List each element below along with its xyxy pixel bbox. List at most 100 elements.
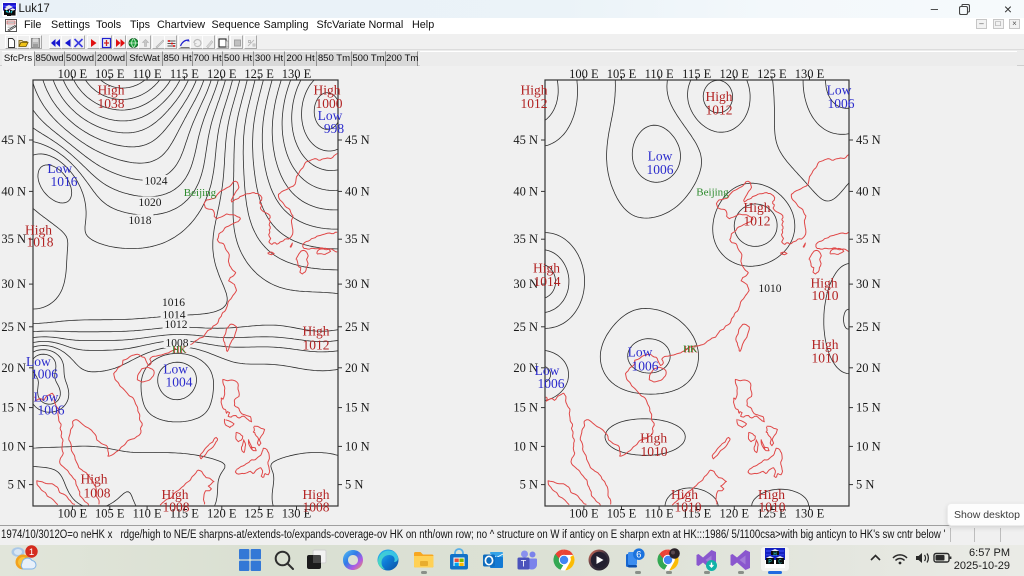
svg-text:20 N: 20 N: [856, 361, 881, 375]
svg-text:1006: 1006: [538, 376, 565, 391]
svg-text:1018: 1018: [129, 215, 152, 227]
svg-text:1038: 1038: [98, 96, 125, 111]
svg-text:1004: 1004: [166, 375, 193, 390]
svg-text:105 E: 105 E: [607, 507, 637, 521]
svg-text:1008: 1008: [303, 500, 330, 515]
svg-text:1010: 1010: [759, 283, 782, 295]
svg-text:100 E: 100 E: [569, 67, 599, 81]
svg-text:25 N: 25 N: [345, 320, 370, 334]
svg-text:C: C: [778, 559, 782, 566]
svg-text:110 E: 110 E: [133, 67, 162, 81]
svg-text:1006: 1006: [647, 162, 674, 177]
svg-text:125 E: 125 E: [244, 507, 274, 521]
svg-text:1014: 1014: [534, 274, 561, 289]
svg-text:20 N: 20 N: [345, 361, 370, 375]
svg-text:1010: 1010: [812, 351, 839, 366]
svg-text:10 N: 10 N: [513, 439, 538, 453]
svg-text:25 N: 25 N: [513, 320, 538, 334]
svg-text:105 E: 105 E: [95, 67, 125, 81]
svg-text:120 E: 120 E: [720, 507, 750, 521]
svg-text:998: 998: [324, 121, 345, 136]
svg-text:1006: 1006: [31, 367, 58, 382]
svg-text:35 N: 35 N: [1, 232, 26, 246]
svg-text:5 N: 5 N: [856, 478, 874, 492]
svg-text:1010: 1010: [675, 500, 702, 515]
svg-text:1: 1: [29, 547, 34, 558]
svg-text:100 E: 100 E: [58, 67, 88, 81]
svg-text:5 N: 5 N: [520, 478, 538, 492]
svg-text:10 N: 10 N: [1, 439, 26, 453]
svg-text:110 E: 110 E: [645, 67, 674, 81]
svg-text:125 E: 125 E: [757, 67, 787, 81]
svg-text:130 E: 130 E: [795, 507, 825, 521]
svg-text:HK: HK: [172, 346, 186, 356]
svg-text:35 N: 35 N: [513, 232, 538, 246]
svg-text:110 E: 110 E: [645, 507, 674, 521]
svg-text:35 N: 35 N: [345, 232, 370, 246]
svg-text:1016: 1016: [162, 297, 185, 309]
svg-text:1012: 1012: [165, 319, 188, 331]
svg-text:120 E: 120 E: [207, 67, 237, 81]
svg-text:High: High: [81, 472, 108, 487]
svg-text:100 E: 100 E: [569, 507, 599, 521]
svg-text:6: 6: [636, 550, 641, 561]
svg-text:Low: Low: [628, 345, 653, 360]
svg-text:1010: 1010: [812, 288, 839, 303]
svg-text:1012: 1012: [706, 103, 733, 118]
svg-text:10 N: 10 N: [856, 439, 881, 453]
svg-text:15 N: 15 N: [513, 401, 538, 415]
svg-text:High: High: [303, 324, 330, 339]
svg-text:130 E: 130 E: [795, 67, 825, 81]
svg-text:30 N: 30 N: [856, 277, 881, 291]
svg-text:HK: HK: [683, 345, 697, 355]
svg-text:1008: 1008: [163, 500, 190, 515]
svg-text:115 E: 115 E: [682, 67, 711, 81]
svg-text:40 N: 40 N: [1, 184, 26, 198]
svg-text:15 N: 15 N: [345, 401, 370, 415]
svg-text:1024: 1024: [145, 176, 168, 188]
svg-text:125 E: 125 E: [244, 67, 274, 81]
svg-text:25 N: 25 N: [856, 320, 881, 334]
svg-text:5 N: 5 N: [345, 478, 363, 492]
svg-text:45 N: 45 N: [345, 133, 370, 147]
svg-text:H: H: [773, 551, 777, 558]
svg-text:1012: 1012: [521, 96, 548, 111]
svg-text:1018: 1018: [27, 235, 54, 250]
svg-text:100 E: 100 E: [58, 507, 88, 521]
svg-text:1006: 1006: [828, 96, 855, 111]
svg-text:1012: 1012: [303, 338, 330, 353]
svg-text:120 E: 120 E: [720, 67, 750, 81]
svg-text:40 N: 40 N: [856, 184, 881, 198]
svg-text:P: P: [768, 559, 772, 566]
svg-text:1006: 1006: [632, 359, 659, 374]
svg-text:40 N: 40 N: [345, 184, 370, 198]
svg-text:1012: 1012: [744, 214, 771, 229]
svg-text:1010: 1010: [641, 444, 668, 459]
svg-text:115 E: 115 E: [170, 67, 199, 81]
svg-text:120 E: 120 E: [207, 507, 237, 521]
svg-text:1016: 1016: [51, 174, 78, 189]
svg-text:110 E: 110 E: [133, 507, 162, 521]
svg-text:5 N: 5 N: [8, 478, 26, 492]
svg-text:1010: 1010: [759, 500, 786, 515]
svg-text:105 E: 105 E: [607, 67, 637, 81]
svg-text:30 N: 30 N: [1, 277, 26, 291]
svg-text:35 N: 35 N: [856, 232, 881, 246]
svg-text:10 N: 10 N: [345, 439, 370, 453]
svg-text:20 N: 20 N: [1, 361, 26, 375]
svg-text:1006: 1006: [38, 403, 65, 418]
svg-text:1020: 1020: [139, 197, 162, 209]
svg-text:45 N: 45 N: [513, 133, 538, 147]
svg-text:45 N: 45 N: [1, 133, 26, 147]
svg-text:45 N: 45 N: [856, 133, 881, 147]
svg-text:25 N: 25 N: [1, 320, 26, 334]
svg-text:30 N: 30 N: [345, 277, 370, 291]
svg-text:15 N: 15 N: [1, 401, 26, 415]
svg-text:1008: 1008: [84, 486, 111, 501]
svg-text:130 E: 130 E: [282, 67, 312, 81]
svg-text:T: T: [521, 559, 527, 569]
svg-text:40 N: 40 N: [513, 184, 538, 198]
svg-text:105 E: 105 E: [95, 507, 125, 521]
svg-text:Beijing: Beijing: [696, 187, 729, 199]
svg-text:Beijing: Beijing: [184, 187, 217, 199]
